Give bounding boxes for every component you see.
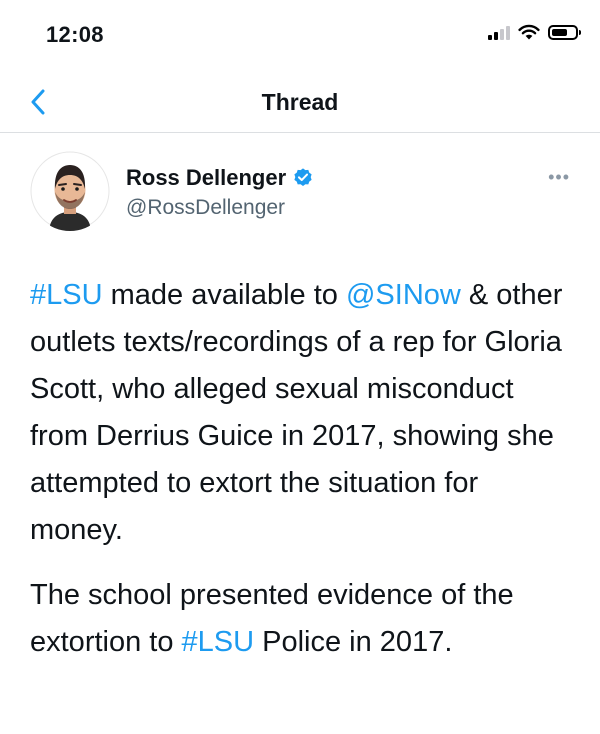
wifi-icon — [518, 24, 540, 40]
hashtag-link-lsu[interactable]: #LSU — [30, 279, 103, 311]
battery-level — [552, 28, 567, 36]
tweet-paragraph-2: The school presented evidence of the ext… — [30, 572, 575, 666]
tweet-header: Ross Dellenger @RossDellenger ••• — [0, 133, 600, 243]
page-title: Thread — [261, 89, 339, 115]
more-options-icon[interactable]: ••• — [548, 167, 570, 188]
battery-icon — [548, 24, 581, 40]
status-bar: 12:08 — [0, 0, 600, 72]
tweet-paragraph-1: #LSU made available to @SINow & other ou… — [30, 272, 575, 554]
tweet-text: & other outlets texts/recordings of a re… — [30, 279, 563, 546]
tweet-body: #LSU made available to @SINow & other ou… — [30, 272, 575, 666]
cellular-signal-icon — [488, 24, 510, 40]
avatar[interactable] — [30, 151, 110, 231]
navigation-bar: Thread — [0, 72, 600, 133]
status-time: 12:08 — [46, 22, 104, 47]
tweet-text: Police in 2017. — [254, 626, 453, 658]
verified-badge-icon — [294, 168, 312, 186]
author-name: Ross Dellenger — [126, 165, 287, 190]
mention-link-sinow[interactable]: @SINow — [346, 279, 461, 311]
hashtag-link-lsu[interactable]: #LSU — [182, 626, 255, 658]
author-name-row[interactable]: Ross Dellenger — [126, 165, 314, 191]
status-icons — [488, 24, 581, 40]
avatar-illustration — [30, 151, 110, 231]
tweet-text: made available to — [102, 279, 346, 311]
author-handle[interactable]: @RossDellenger — [126, 196, 285, 220]
